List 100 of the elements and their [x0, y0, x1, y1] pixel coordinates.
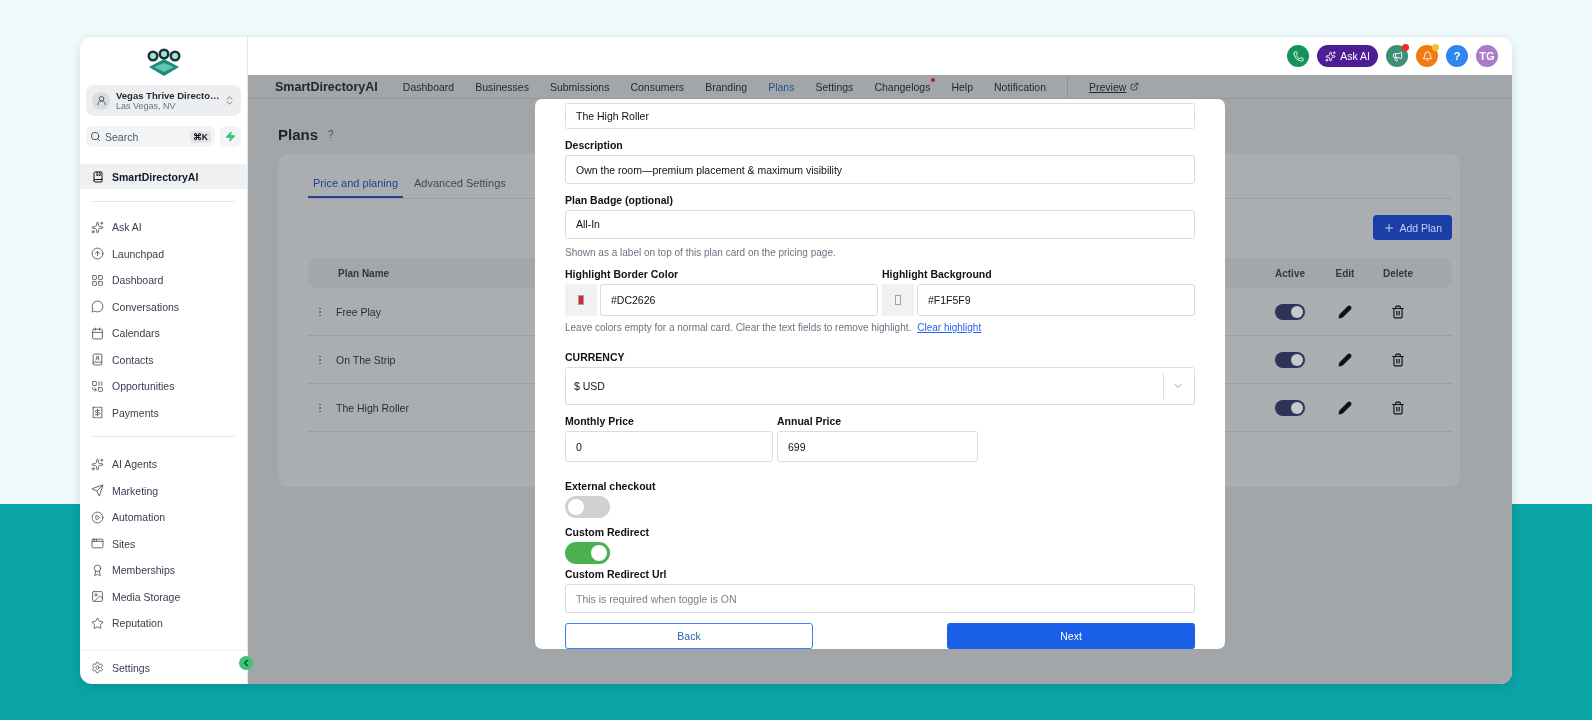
- external-checkout-toggle[interactable]: [565, 496, 610, 519]
- sidebar-item[interactable]: Launchpad: [80, 240, 247, 267]
- edit-icon[interactable]: [1338, 400, 1352, 415]
- play-circle-icon: [91, 510, 104, 524]
- lightning-icon: [225, 131, 236, 142]
- preview-link[interactable]: Preview: [1089, 80, 1140, 93]
- sidebar-item[interactable]: Ask AI: [80, 214, 247, 241]
- active-toggle[interactable]: [1275, 399, 1305, 416]
- shortcut-key: ⌘K: [189, 130, 211, 143]
- back-button[interactable]: Back: [565, 623, 813, 649]
- nav-link[interactable]: Branding: [705, 80, 748, 93]
- nav-link[interactable]: Submissions: [549, 80, 610, 93]
- active-toggle[interactable]: [1275, 303, 1305, 320]
- sidebar-item[interactable]: Payments: [80, 399, 247, 426]
- description-field[interactable]: Own the room—premium placement & maximum visibility: [565, 155, 1195, 185]
- browser-window-icon: [91, 537, 104, 551]
- field-label: Custom Redirect Url: [565, 568, 668, 581]
- megaphone-icon: [1391, 50, 1403, 62]
- nav-link[interactable]: Consumers: [630, 80, 685, 93]
- next-button[interactable]: Next: [947, 623, 1195, 649]
- border-color-field[interactable]: #DC2626: [600, 283, 878, 316]
- currency-select[interactable]: $ USD: [565, 366, 1195, 406]
- nodes-icon: [91, 379, 104, 393]
- sidebar-item[interactable]: Opportunities: [80, 373, 247, 400]
- grid-icon: [91, 273, 104, 287]
- search-icon: [90, 131, 101, 142]
- chevron-left-icon: [241, 658, 251, 668]
- sidebar-item[interactable]: Sites: [80, 530, 247, 557]
- receipt-icon: [91, 406, 104, 420]
- custom-redirect-toggle[interactable]: [565, 542, 610, 565]
- paper-plane-icon: [91, 484, 104, 498]
- add-plan-button[interactable]: Add Plan: [1373, 215, 1452, 240]
- award-icon: [91, 563, 104, 577]
- sidebar-item[interactable]: AI Agents: [80, 451, 247, 478]
- sidebar-item[interactable]: SmartDirectoryAI: [80, 164, 247, 189]
- color-swatch[interactable]: [882, 283, 914, 316]
- column-header: Edit: [1335, 267, 1355, 279]
- sidebar-item[interactable]: Automation: [80, 504, 247, 531]
- delete-icon[interactable]: [1391, 352, 1405, 367]
- sidebar-item[interactable]: Memberships: [80, 557, 247, 584]
- sidebar-item[interactable]: Media Storage: [80, 583, 247, 610]
- calendar-icon: [91, 326, 104, 340]
- tab[interactable]: Advanced Settings: [409, 172, 511, 198]
- edit-icon[interactable]: [1338, 304, 1352, 319]
- annual-price-field[interactable]: 699: [777, 431, 978, 463]
- sidebar-item[interactable]: Contacts: [80, 346, 247, 373]
- table-cell: On The Strip: [336, 353, 396, 366]
- delete-icon[interactable]: [1391, 400, 1405, 415]
- location-name: Vegas Thrive Directo…: [116, 90, 218, 101]
- ask-ai-button[interactable]: Ask AI: [1317, 45, 1378, 67]
- phone-icon: [1292, 50, 1304, 62]
- tab[interactable]: Price and planing: [308, 172, 403, 198]
- page-title: Plans: [278, 126, 319, 143]
- monthly-price-field[interactable]: 0: [565, 431, 773, 463]
- field-label: Highlight Border Color: [565, 267, 680, 280]
- nav-link[interactable]: Changelogs: [874, 80, 931, 93]
- redirect-url-field[interactable]: This is required when toggle is ON: [565, 584, 1195, 613]
- field-label: Annual Price: [777, 415, 843, 428]
- image-icon: [91, 590, 104, 604]
- badge-field[interactable]: All-In: [565, 210, 1195, 239]
- nav-link[interactable]: Dashboard: [402, 80, 455, 93]
- sidebar-item[interactable]: Marketing: [80, 477, 247, 504]
- notifications-button[interactable]: [1416, 45, 1438, 67]
- nav-link[interactable]: Help: [951, 80, 974, 93]
- sidebar-item[interactable]: Reputation: [80, 610, 247, 637]
- sidebar-item[interactable]: Conversations: [80, 293, 247, 320]
- delete-icon[interactable]: [1391, 304, 1405, 319]
- settings-icon: [91, 661, 104, 674]
- background-color-field[interactable]: #F1F5F9: [917, 283, 1195, 316]
- edit-icon[interactable]: [1338, 352, 1352, 367]
- external-link-icon: [1130, 82, 1140, 91]
- sidebar-item[interactable]: Dashboard: [80, 267, 247, 294]
- sparkle-icon: [1325, 50, 1337, 62]
- app-name: SmartDirectoryAI: [275, 79, 378, 94]
- active-toggle[interactable]: [1275, 351, 1305, 368]
- column-header: Active: [1275, 267, 1305, 279]
- search-field[interactable]: Search ⌘K: [86, 126, 215, 147]
- bell-icon: [1421, 50, 1433, 62]
- plan-name-field[interactable]: The High Roller: [565, 103, 1195, 130]
- plus-icon: [1383, 221, 1396, 234]
- field-label: Highlight Background: [882, 267, 993, 280]
- chat-bubble-icon: [91, 300, 104, 314]
- table-cell: The High Roller: [336, 401, 409, 414]
- field-hint: Shown as a label on top of this plan card on the pricing page.: [565, 246, 837, 258]
- chevron-icon: [224, 95, 235, 106]
- phone-button[interactable]: [1287, 45, 1310, 67]
- nav-link[interactable]: Notification: [994, 80, 1046, 93]
- nav-link[interactable]: Settings: [815, 80, 854, 93]
- arrow-up-circle-icon: [91, 247, 104, 261]
- help-button[interactable]: ?: [1446, 45, 1468, 67]
- location-switcher[interactable]: Vegas Thrive Directo… Las Vegas, NV: [86, 85, 241, 116]
- color-swatch[interactable]: [565, 283, 597, 316]
- sidebar-item[interactable]: Calendars: [80, 320, 247, 347]
- book-icon: [92, 170, 104, 183]
- field-label: External checkout: [565, 480, 657, 493]
- nav-link[interactable]: Businesses: [475, 80, 529, 93]
- collapse-button[interactable]: [239, 656, 253, 670]
- sparkle-icon: [91, 220, 104, 234]
- clear-highlight-link[interactable]: Clear highlight: [917, 321, 982, 333]
- announcements-button[interactable]: [1386, 45, 1408, 67]
